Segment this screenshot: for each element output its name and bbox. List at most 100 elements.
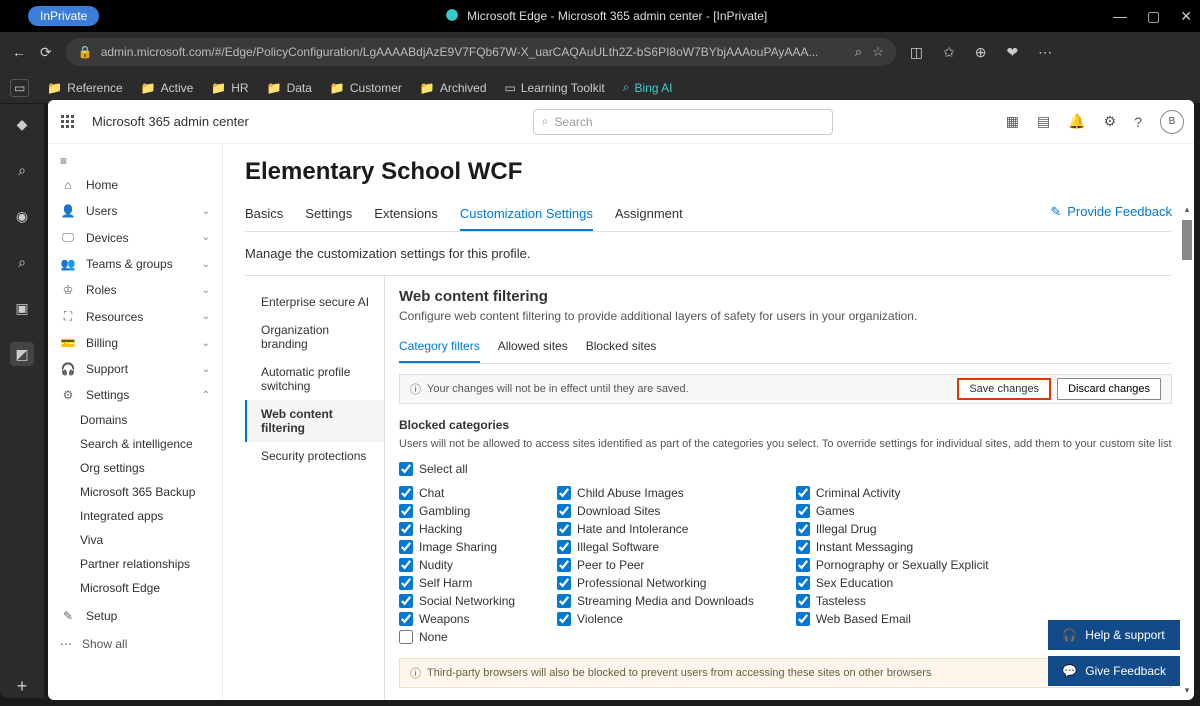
- tab-customization[interactable]: Customization Settings: [460, 200, 593, 231]
- cat-enterprise-ai[interactable]: Enterprise secure AI: [245, 288, 384, 316]
- cb-porn[interactable]: Pornography or Sexually Explicit: [796, 556, 989, 574]
- give-feedback-button[interactable]: 💬Give Feedback: [1048, 656, 1180, 686]
- scroll-thumb[interactable]: [1182, 220, 1192, 260]
- tab-extensions[interactable]: Extensions: [374, 200, 438, 231]
- close-button[interactable]: ✕: [1180, 8, 1192, 25]
- nav-integrated-apps[interactable]: Integrated apps: [48, 504, 222, 528]
- sidebar-add-icon[interactable]: +: [10, 674, 34, 698]
- cb-prof-networking[interactable]: Professional Networking: [557, 574, 754, 592]
- address-bar[interactable]: 🔒 admin.microsoft.com/#/Edge/PolicyConfi…: [66, 38, 896, 66]
- fav-archived[interactable]: 📁 Archived: [420, 81, 487, 95]
- cb-sex-education[interactable]: Sex Education: [796, 574, 989, 592]
- nav-resources[interactable]: ⛶Resources⌄: [48, 303, 222, 330]
- nav-devices[interactable]: 🖵Devices⌄: [48, 224, 222, 251]
- extensions-icon[interactable]: ❤: [1006, 44, 1018, 61]
- site-info-icon[interactable]: 🔒: [78, 45, 93, 59]
- cat-org-branding[interactable]: Organization branding: [245, 316, 384, 358]
- favorite-star-icon[interactable]: ☆: [872, 44, 884, 60]
- cb-illegal-software[interactable]: Illegal Software: [557, 538, 754, 556]
- fav-active[interactable]: 📁 Active: [141, 81, 194, 95]
- cb-none[interactable]: None: [399, 628, 515, 646]
- provide-feedback-link[interactable]: ✎Provide Feedback: [1050, 200, 1172, 231]
- fav-data[interactable]: 📁 Data: [267, 81, 312, 95]
- fav-hr[interactable]: 📁 HR: [211, 81, 248, 95]
- cb-illegal-drug[interactable]: Illegal Drug: [796, 520, 989, 538]
- fav-reference[interactable]: 📁 Reference: [47, 81, 122, 95]
- cb-tasteless[interactable]: Tasteless: [796, 592, 989, 610]
- cb-nudity[interactable]: Nudity: [399, 556, 515, 574]
- cb-weapons[interactable]: Weapons: [399, 610, 515, 628]
- collections-icon[interactable]: ⊕: [975, 44, 987, 61]
- cb-social-networking[interactable]: Social Networking: [399, 592, 515, 610]
- nav-collapse-icon[interactable]: ≡: [48, 150, 222, 172]
- select-all-checkbox[interactable]: Select all: [399, 460, 1172, 478]
- nav-viva[interactable]: Viva: [48, 528, 222, 552]
- ft-blocked[interactable]: Blocked sites: [586, 333, 657, 363]
- sidebar-search-icon[interactable]: ⌕: [10, 158, 34, 182]
- cat-security[interactable]: Security protections: [245, 442, 384, 470]
- nav-backup[interactable]: Microsoft 365 Backup: [48, 480, 222, 504]
- nav-domains[interactable]: Domains: [48, 408, 222, 432]
- cb-instant-messaging[interactable]: Instant Messaging: [796, 538, 989, 556]
- nav-msedge[interactable]: Microsoft Edge: [48, 576, 222, 600]
- cb-image-sharing[interactable]: Image Sharing: [399, 538, 515, 556]
- tab-assignment[interactable]: Assignment: [615, 200, 683, 231]
- refresh-button[interactable]: ⟳: [40, 44, 52, 61]
- cb-streaming[interactable]: Streaming Media and Downloads: [557, 592, 754, 610]
- nav-users[interactable]: 👤Users⌄: [48, 198, 222, 224]
- flash-icon[interactable]: ▦: [1006, 113, 1019, 130]
- cb-games[interactable]: Games: [796, 502, 989, 520]
- cb-download-sites[interactable]: Download Sites: [557, 502, 754, 520]
- fav-bing-ai[interactable]: ⌕ Bing AI: [623, 80, 673, 95]
- sidebar-image-icon[interactable]: ▣: [10, 296, 34, 320]
- nav-partner[interactable]: Partner relationships: [48, 552, 222, 576]
- nav-roles[interactable]: ♔Roles⌄: [48, 277, 222, 303]
- tab-basics[interactable]: Basics: [245, 200, 283, 231]
- nav-support[interactable]: 🎧Support⌄: [48, 356, 222, 382]
- cb-self-harm[interactable]: Self Harm: [399, 574, 515, 592]
- scroll-down-icon[interactable]: ▾: [1182, 685, 1192, 696]
- ft-category[interactable]: Category filters: [399, 333, 480, 363]
- sidebar-search2-icon[interactable]: ⌕: [10, 250, 34, 274]
- nav-showall[interactable]: ⋯Show all: [48, 629, 222, 659]
- nav-search-intel[interactable]: Search & intelligence: [48, 432, 222, 456]
- cat-web-filtering[interactable]: Web content filtering: [245, 400, 384, 442]
- discard-button[interactable]: Discard changes: [1057, 378, 1161, 400]
- minimize-button[interactable]: —: [1113, 8, 1127, 25]
- nav-teams[interactable]: 👥Teams & groups⌄: [48, 251, 222, 277]
- nav-setup[interactable]: ✎Setup: [48, 603, 222, 629]
- app-launcher-icon[interactable]: [58, 112, 78, 132]
- content-scrollbar[interactable]: ▴ ▾: [1182, 220, 1192, 692]
- admin-search[interactable]: ⌕ Search: [533, 109, 833, 135]
- nav-settings[interactable]: ⚙Settings⌃: [48, 382, 222, 408]
- save-button[interactable]: Save changes: [957, 378, 1051, 400]
- fav-learning-toolkit[interactable]: ▭ Learning Toolkit: [505, 81, 605, 95]
- cb-child-abuse[interactable]: Child Abuse Images: [557, 484, 754, 502]
- bell-icon[interactable]: 🔔: [1068, 113, 1085, 130]
- maximize-button[interactable]: ▢: [1147, 8, 1160, 25]
- sidebar-copilot-icon[interactable]: ◆: [10, 112, 34, 136]
- cat-auto-profile[interactable]: Automatic profile switching: [245, 358, 384, 400]
- account-avatar[interactable]: B: [1160, 110, 1184, 134]
- nav-org-settings[interactable]: Org settings: [48, 456, 222, 480]
- megaphone-icon[interactable]: ▤: [1037, 113, 1050, 130]
- cb-web-email[interactable]: Web Based Email: [796, 610, 989, 628]
- gear-icon[interactable]: ⚙: [1104, 113, 1117, 130]
- help-support-button[interactable]: 🎧Help & support: [1048, 620, 1180, 650]
- cb-p2p[interactable]: Peer to Peer: [557, 556, 754, 574]
- cb-chat[interactable]: Chat: [399, 484, 515, 502]
- fav-customer[interactable]: 📁 Customer: [330, 81, 402, 95]
- favorites-icon[interactable]: ✩: [943, 44, 955, 61]
- cb-hacking[interactable]: Hacking: [399, 520, 515, 538]
- cb-criminal[interactable]: Criminal Activity: [796, 484, 989, 502]
- help-icon[interactable]: ?: [1134, 114, 1142, 130]
- cb-hate[interactable]: Hate and Intolerance: [557, 520, 754, 538]
- ft-allowed[interactable]: Allowed sites: [498, 333, 568, 363]
- more-icon[interactable]: ⋯: [1038, 44, 1052, 61]
- scroll-up-icon[interactable]: ▴: [1182, 204, 1192, 215]
- cb-gambling[interactable]: Gambling: [399, 502, 515, 520]
- tab-settings[interactable]: Settings: [305, 200, 352, 231]
- sidebar-google-icon[interactable]: ◉: [10, 204, 34, 228]
- cb-violence[interactable]: Violence: [557, 610, 754, 628]
- back-button[interactable]: ←: [12, 44, 26, 60]
